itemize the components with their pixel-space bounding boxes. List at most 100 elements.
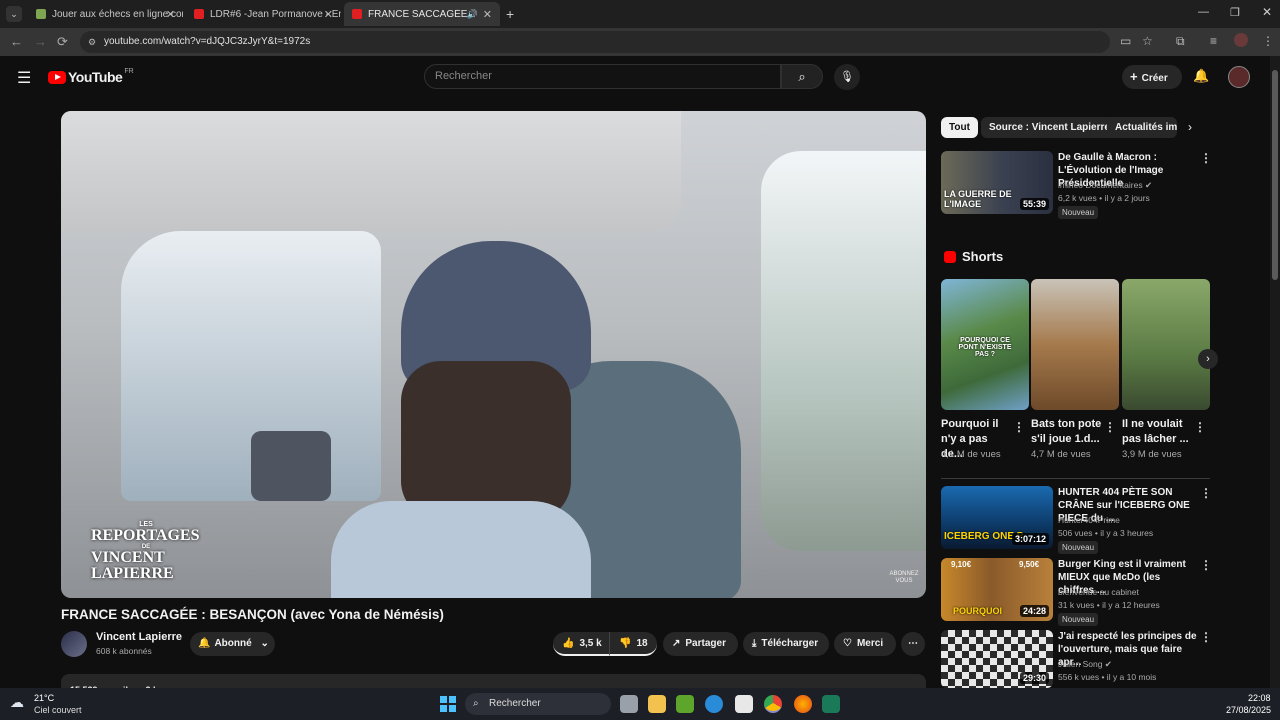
minimize-icon[interactable]: — [1198, 6, 1209, 18]
tab-chess[interactable]: Jouer aux échecs en ligne con... ✕ [28, 2, 183, 26]
more-vert-icon[interactable]: ⋮ [1200, 486, 1212, 500]
subscribed-button[interactable]: 🔔 Abonné ⌄ [190, 632, 275, 656]
reload-icon[interactable]: ⟳ [57, 34, 68, 50]
rec-thumbnail[interactable]: LA GUERRE DE L'IMAGE 55:39 [941, 151, 1053, 214]
reading-list-icon[interactable]: ≡ [1210, 34, 1217, 48]
tab-ldr[interactable]: LDR#6 -Jean Pormanove - Enqu... ✕ [186, 2, 341, 26]
thanks-button[interactable]: ♡ Merci [834, 632, 896, 656]
share-button[interactable]: ↗ Partager [663, 632, 738, 656]
extensions-icon[interactable]: ⧉ [1176, 34, 1185, 49]
create-label: Créer [1141, 73, 1168, 84]
channel-name[interactable]: Vincent Lapierre [96, 631, 182, 643]
window-close-icon[interactable]: ✕ [1262, 5, 1272, 19]
close-icon[interactable]: ✕ [483, 8, 492, 21]
rec-thumbnail[interactable]: ICEBERG ONE P 3:07:12 [941, 486, 1053, 549]
search-button[interactable]: ⌕ [781, 64, 823, 89]
more-vert-icon[interactable]: ⋮ [1104, 420, 1116, 434]
more-vert-icon[interactable]: ⋮ [1200, 151, 1212, 165]
cast-icon[interactable]: ▭ [1120, 34, 1131, 48]
share-icon: ↗ [672, 638, 681, 649]
short-thumbnail[interactable]: POURQUOI CE PONT N'EXISTE PAS ? [941, 279, 1029, 410]
weather-temp[interactable]: 21°C [34, 693, 54, 703]
youtube-logo[interactable]: YouTube FR [48, 67, 134, 85]
close-icon[interactable]: ✕ [324, 8, 333, 21]
shorts-next-icon[interactable]: › [1198, 349, 1218, 369]
bookmark-star-icon[interactable]: ☆ [1142, 34, 1153, 48]
edge-icon[interactable] [705, 695, 723, 713]
rec-thumbnail[interactable]: 9,10€ 9,50€ POURQUOI 24:28 [941, 558, 1053, 621]
more-vert-icon[interactable]: ⋮ [1013, 420, 1025, 434]
tab-search-icon[interactable]: ⌄ [6, 6, 22, 22]
chip-source[interactable]: Source : Vincent Lapierre [981, 117, 1118, 138]
logo-text: YouTube [68, 69, 123, 85]
forward-icon[interactable]: → [34, 34, 47, 49]
chip-tout[interactable]: Tout [941, 117, 978, 138]
video-title: FRANCE SACCAGÉE : BESANÇON (avec Yona de… [61, 607, 444, 622]
windows-taskbar [0, 688, 1280, 720]
short-thumbnail[interactable] [1122, 279, 1210, 410]
nvidia-icon[interactable] [676, 695, 694, 713]
short-title[interactable]: Il ne voulait pas lâcher ... [1122, 417, 1192, 447]
more-actions-button[interactable]: ⋯ [901, 632, 925, 656]
thanks-heart-icon: ♡ [843, 638, 852, 649]
taskbar-search[interactable]: ⌕ Rechercher [465, 693, 611, 715]
thumbs-down-icon: 👎 [619, 638, 632, 649]
search-input[interactable]: Rechercher [424, 64, 781, 89]
like-button[interactable]: 👍 3,5 k [553, 632, 609, 656]
rec-channel[interactable]: Hunter404Prime [1058, 515, 1120, 525]
profile-icon[interactable] [1234, 33, 1248, 47]
back-icon[interactable]: ← [10, 34, 23, 49]
brand-line-4: VINCENT LAPIERRE [91, 549, 174, 582]
create-button[interactable]: + Créer [1122, 65, 1182, 89]
start-windows-icon[interactable] [440, 696, 456, 712]
thanks-label: Merci [856, 638, 884, 649]
task-view-icon[interactable] [620, 695, 638, 713]
more-vert-icon[interactable]: ⋮ [1200, 558, 1212, 572]
hamburger-menu-icon[interactable]: ☰ [17, 68, 31, 88]
more-vert-icon[interactable]: ⋮ [1200, 630, 1212, 644]
chrome-icon[interactable] [764, 695, 782, 713]
rec-thumbnail[interactable]: 29:30 [941, 630, 1053, 688]
chip-actualites[interactable]: Actualités im... [1107, 117, 1177, 138]
avatar[interactable] [1228, 66, 1250, 88]
close-icon[interactable]: ✕ [166, 8, 175, 21]
url-bar[interactable]: ⚙ youtube.com/watch?v=dJQJC3zJyrY&t=1972… [80, 31, 1110, 53]
rec-channel[interactable]: Julien Song ✔ [1058, 659, 1112, 670]
download-button[interactable]: ⤓ Télécharger [743, 632, 829, 656]
firefox-icon[interactable] [794, 695, 812, 713]
page-scrollbar[interactable] [1270, 56, 1280, 688]
dislike-button[interactable]: 👎 18 [609, 632, 657, 656]
more-vert-icon[interactable]: ⋮ [1194, 420, 1206, 434]
restore-icon[interactable]: ❐ [1230, 6, 1240, 19]
new-tab-icon[interactable]: + [506, 6, 514, 22]
search-icon: ⌕ [473, 698, 479, 709]
price-right: 9,50€ [1019, 560, 1040, 569]
speaker-icon[interactable]: 🔊 [467, 9, 478, 20]
scrollbar-thumb[interactable] [1272, 70, 1278, 280]
tab-title: LDR#6 -Jean Pormanove - Enqu... [210, 8, 341, 20]
notifications-bell-icon[interactable]: 🔔 [1193, 68, 1209, 84]
download-icon: ⤓ [752, 638, 757, 649]
short-title[interactable]: Bats ton pote s'il joue 1.d... [1031, 417, 1103, 447]
rec-channel[interactable]: imineo Documentaires ✔ [1058, 180, 1152, 191]
rec-channel[interactable]: bienvenue au cabinet [1058, 587, 1139, 597]
duration-badge: 29:30 [1019, 672, 1049, 684]
url-text: youtube.com/watch?v=dJQJC3zJyrY&t=1972s [104, 36, 311, 47]
duration-badge: 3:07:12 [1011, 533, 1049, 545]
region-code: FR [124, 67, 134, 75]
tab-france-saccagee[interactable]: FRANCE SACCAGÉE : BESAN... 🔊 ✕ [344, 2, 500, 26]
store-icon[interactable] [735, 695, 753, 713]
chevron-right-icon[interactable]: › [1188, 120, 1192, 134]
voice-search-button[interactable]: 🎙 [834, 64, 860, 90]
file-explorer-icon[interactable] [648, 695, 666, 713]
short-thumbnail[interactable] [1031, 279, 1119, 410]
channel-avatar[interactable] [61, 631, 87, 657]
video-player[interactable]: LES REPORTAGES DE VINCENT LAPIERRE ABONN… [61, 111, 926, 598]
verified-icon: ✔ [1104, 659, 1112, 669]
youtube-favicon-icon [352, 9, 362, 19]
site-info-icon[interactable]: ⚙ [88, 31, 96, 53]
terminal-icon[interactable] [822, 695, 840, 713]
chrome-menu-icon[interactable]: ⋮ [1262, 34, 1274, 48]
weather-cloud-icon[interactable]: ☁ [10, 694, 24, 711]
clock-time[interactable]: 22:08 [1248, 693, 1271, 703]
